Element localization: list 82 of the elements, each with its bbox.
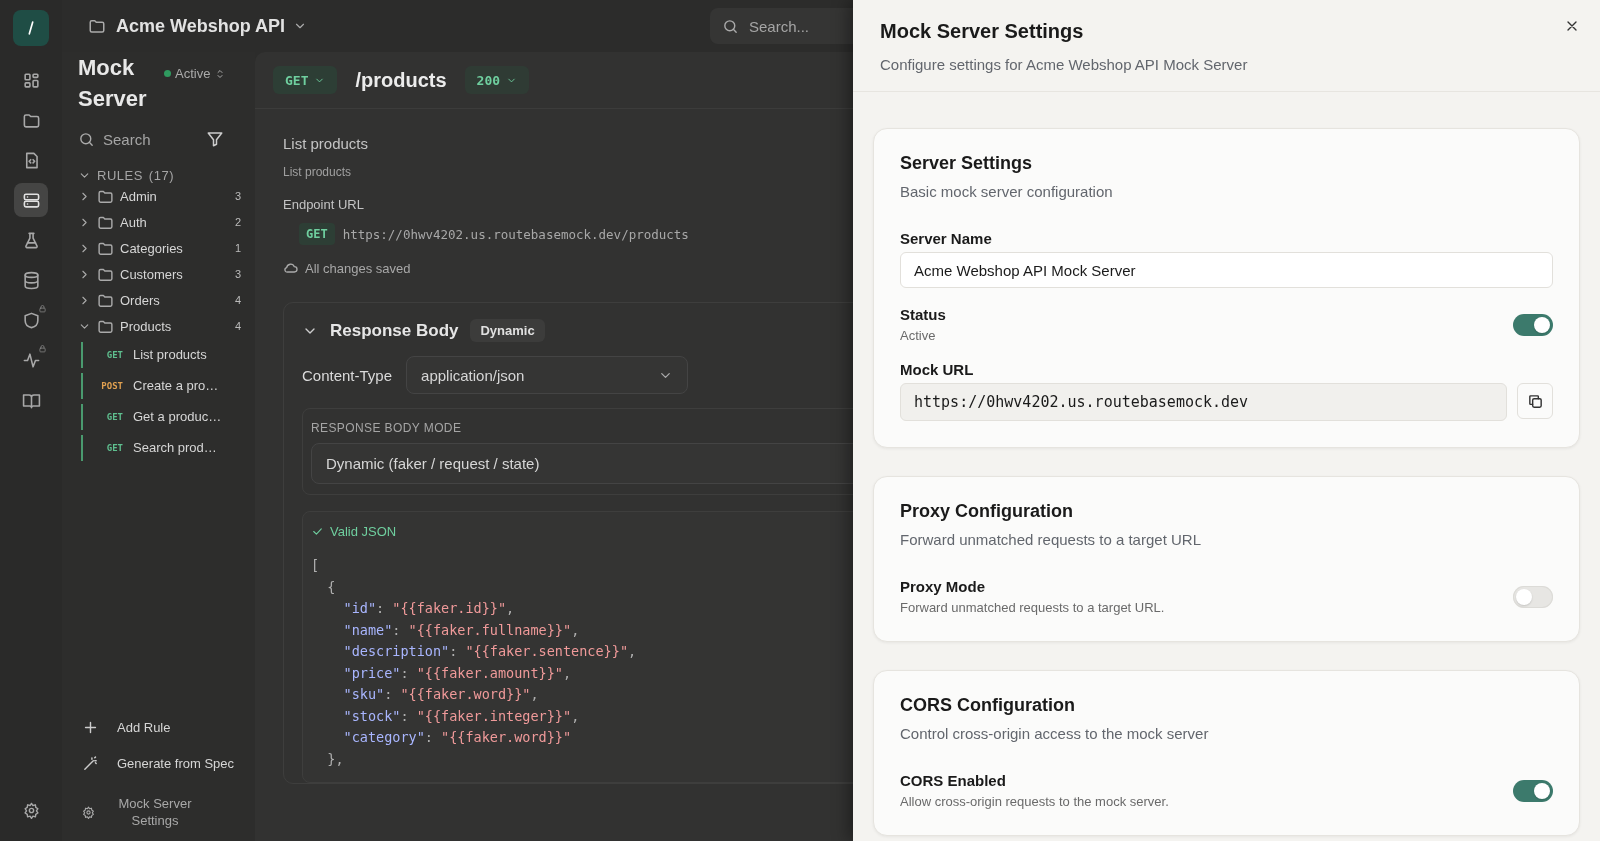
card-subtitle: Basic mock server configuration [900, 183, 1114, 200]
folder-item[interactable]: Products 4 [78, 313, 247, 339]
rule-item[interactable]: GET Get a produc… [81, 403, 241, 430]
add-rule-button[interactable]: Add Rule [82, 714, 247, 740]
url-field[interactable]: https://0hwv4202.us.routebasemock.dev [900, 383, 1507, 421]
field-label: Proxy Mode [900, 578, 987, 595]
check-icon [311, 525, 324, 538]
page-title: Mock Server [78, 54, 148, 113]
folder-icon [88, 17, 106, 35]
panel-title: Mock Server Settings [880, 20, 1085, 43]
field-label: Endpoint URL [283, 197, 365, 212]
rule-count: (17) [148, 168, 174, 183]
save-status: All changes saved [305, 260, 411, 276]
rule-item[interactable]: GET List products [81, 341, 241, 368]
filter-button[interactable] [206, 130, 224, 148]
folder-item[interactable]: Categories 1 [78, 235, 247, 261]
card-title: CORS Configuration [900, 695, 1076, 716]
code-text: [ { "id": "{{faker.id}}", "name": "{{faker.fullname}}", "description": "{{faker.sentence}}", "price": "{{faker.amount}}", "sku": "{{faker.word}}", "stock": "{{faker.integer}}", "category": "{{faker.word}}" }, [311, 556, 637, 769]
endpoint-path: /products [355, 68, 447, 92]
filter-icon [206, 130, 224, 148]
field-label: RESPONSE BODY MODE [311, 421, 463, 435]
rule-item[interactable]: GET Search prod… [81, 434, 241, 461]
wand-icon [82, 754, 99, 772]
search-field[interactable]: Search [103, 130, 173, 148]
grid-icon [21, 70, 41, 90]
section-label: RULES [97, 168, 143, 183]
method-selector[interactable]: GET [273, 66, 338, 94]
rule-name: List products [283, 135, 370, 152]
field-hint: Active [900, 328, 937, 343]
search-icon [722, 17, 739, 35]
method-label: POST [100, 380, 123, 391]
shield-icon [21, 310, 41, 330]
database-icon [21, 270, 41, 290]
toggle-switch[interactable] [1513, 313, 1553, 336]
search-icon [78, 130, 95, 148]
field-hint: Forward unmatched requests to a target URL. [900, 600, 1165, 615]
content-type-select[interactable]: application/json [406, 356, 689, 394]
copy-icon [1526, 392, 1544, 410]
toggle-switch[interactable] [1513, 779, 1553, 802]
field-label: Status [900, 306, 946, 323]
field-hint: Allow cross-origin requests to the mock server. [900, 794, 1169, 809]
rule-item[interactable]: POST Create a pro… [81, 372, 241, 399]
method-badge: GET [299, 223, 335, 245]
rule-name: Create a pro… [133, 378, 219, 393]
field-label: Server Name [900, 230, 993, 247]
nav-item[interactable] [14, 183, 48, 217]
status-code-selector[interactable]: 200 [464, 66, 530, 94]
folder-item[interactable]: Customers 3 [78, 261, 247, 287]
rule-name: Search prod… [133, 440, 217, 455]
endpoint-url: https://0hwv4202.us.routebasemock.dev/products [342, 226, 689, 242]
card-subtitle: Control cross-origin access to the mock server [900, 725, 1210, 742]
settings-icon [22, 801, 40, 819]
field-label: Content-Type [302, 366, 393, 384]
rule-name: Get a produc… [133, 409, 222, 424]
app-logo[interactable] [13, 10, 49, 46]
settings-icon [82, 805, 95, 819]
generate-button[interactable]: Generate from Spec [82, 750, 247, 776]
validation-status: Valid JSON [330, 524, 397, 539]
copy-button[interactable] [1517, 383, 1553, 419]
card-title: Server Settings [900, 153, 1034, 174]
toggle-switch[interactable] [1513, 585, 1553, 608]
rule-name: List products [133, 347, 207, 362]
text-field[interactable]: Acme Webshop API Mock Server [900, 252, 1553, 288]
method-label: GET [105, 411, 123, 422]
field-label: CORS Enabled [900, 772, 1007, 789]
activity-icon [21, 350, 41, 370]
card-subtitle: Forward unmatched requests to a target URL [900, 531, 1202, 548]
workspace-selector[interactable]: Acme Webshop API [116, 15, 308, 37]
folder-item[interactable]: Auth 2 [78, 209, 247, 235]
panel-subtitle: Configure settings for Acme Webshop API Mock Server [880, 56, 1249, 73]
section-title: Response Body [330, 320, 459, 341]
rule-description: List products [283, 165, 353, 179]
card-title: Proxy Configuration [900, 501, 1074, 522]
method-label: GET [105, 442, 123, 453]
method-label: GET [105, 349, 123, 360]
settings-link[interactable]: Mock Server Settings [82, 795, 247, 829]
status-selector[interactable]: Active [164, 66, 227, 81]
mode-badge: Dynamic [470, 319, 545, 342]
field-label: Mock URL [900, 361, 975, 378]
server-icon [21, 190, 41, 210]
folder-item[interactable]: Admin 3 [78, 183, 247, 209]
folder-item[interactable]: Orders 4 [78, 287, 247, 313]
